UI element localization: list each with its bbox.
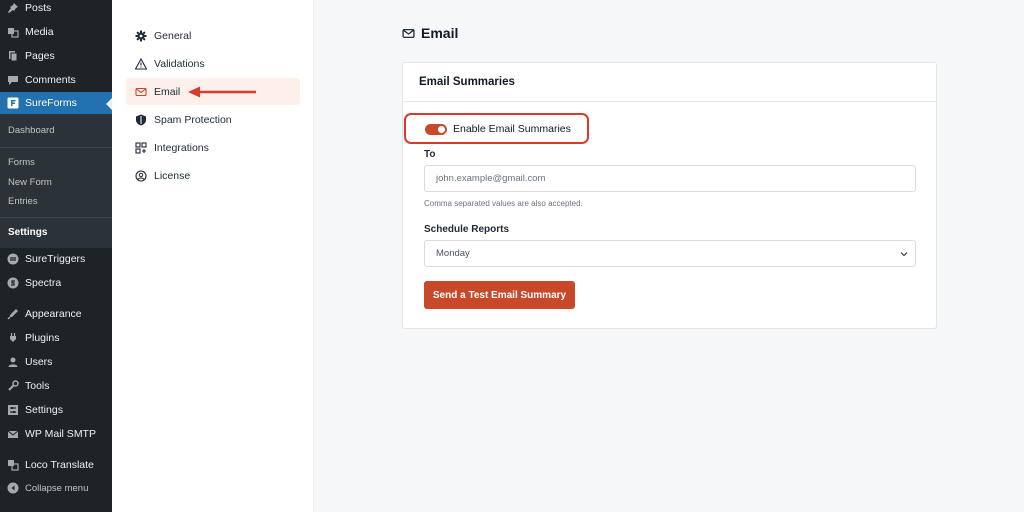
wp-menu-comments[interactable]: Comments (0, 69, 112, 91)
settings-nav-validations[interactable]: Validations (126, 50, 300, 77)
wp-menu-label: Users (25, 356, 53, 368)
to-email-value: john.example@gmail.com (436, 173, 546, 184)
send-test-email-label: Send a Test Email Summary (432, 289, 567, 301)
wp-menu-label: SureTriggers (25, 253, 86, 265)
suretriggers-icon (6, 252, 20, 266)
wp-menu-label: Loco Translate (25, 459, 94, 471)
nav-label: License (154, 169, 191, 182)
wp-menu-label: SureForms (25, 97, 77, 109)
page-title-text: Email (421, 25, 459, 41)
submenu-new-form[interactable]: New Form (8, 177, 52, 188)
collapse-icon (6, 481, 20, 495)
shield-icon (134, 113, 148, 127)
wp-menu-pages[interactable]: Pages (0, 45, 112, 67)
card-title: Email Summaries (419, 76, 515, 88)
mail-smtp-icon (6, 427, 20, 441)
email-summaries-card: Email Summaries Enable Email Summaries T… (402, 62, 937, 329)
schedule-reports-label: Schedule Reports (424, 224, 510, 235)
submenu-settings[interactable]: Settings (8, 227, 47, 238)
nav-label: Email (154, 85, 181, 98)
nav-label: Validations (154, 57, 205, 70)
card-header: Email Summaries (403, 63, 936, 102)
comments-icon (6, 73, 20, 87)
wp-menu-label: Collapse menu (25, 482, 89, 494)
wp-admin-sidebar: Posts Media Pages Comments SureForms Das… (0, 0, 112, 512)
wp-menu-wp-mail-smtp[interactable]: WP Mail SMTP (0, 423, 112, 445)
integrations-icon (134, 141, 148, 155)
wp-menu-plugins[interactable]: Plugins (0, 327, 112, 349)
pages-icon (6, 49, 20, 63)
wp-menu-label: Media (25, 26, 54, 38)
page-title: Email (402, 25, 458, 41)
wp-menu-label: Tools (25, 380, 50, 392)
to-label: To (424, 149, 436, 160)
sureforms-icon (6, 96, 20, 110)
nav-label: Spam Protection (154, 113, 232, 126)
settings-icon (6, 403, 20, 417)
envelope-icon (402, 27, 415, 40)
media-icon (6, 25, 20, 39)
wp-menu-label: Settings (25, 404, 63, 416)
tools-icon (6, 379, 20, 393)
settings-nav-license[interactable]: License (126, 162, 300, 189)
wp-menu-label: Comments (25, 74, 76, 86)
appearance-icon (6, 307, 20, 321)
wp-menu-users[interactable]: Users (0, 351, 112, 373)
submenu-entries[interactable]: Entries (8, 196, 38, 207)
submenu-divider (0, 217, 112, 218)
wp-menu-spectra[interactable]: Spectra (0, 272, 112, 294)
nav-label: Integrations (154, 141, 209, 154)
wp-menu-tools[interactable]: Tools (0, 375, 112, 397)
settings-nav-general[interactable]: General (126, 22, 300, 49)
translate-icon (6, 458, 20, 472)
annotation-arrow (188, 86, 256, 98)
wp-menu-label: Pages (25, 50, 55, 62)
wp-menu-suretriggers[interactable]: SureTriggers (0, 248, 112, 270)
wp-menu-label: Plugins (25, 332, 60, 344)
wp-menu-loco-translate[interactable]: Loco Translate (0, 454, 112, 476)
to-email-input[interactable]: john.example@gmail.com (424, 165, 916, 192)
nav-label: General (154, 29, 192, 42)
submenu-forms[interactable]: Forms (8, 157, 35, 168)
submenu-dashboard[interactable]: Dashboard (8, 125, 54, 136)
send-test-email-button[interactable]: Send a Test Email Summary (424, 281, 575, 309)
wp-menu-collapse[interactable]: Collapse menu (0, 477, 112, 499)
wp-menu-media[interactable]: Media (0, 21, 112, 43)
to-help-text: Comma separated values are also accepted… (424, 199, 583, 208)
wp-menu-settings[interactable]: Settings (0, 399, 112, 421)
wp-menu-label: WP Mail SMTP (25, 428, 96, 440)
settings-nav-integrations[interactable]: Integrations (126, 134, 300, 161)
wp-menu-posts[interactable]: Posts (0, 0, 112, 19)
warning-icon (134, 57, 148, 71)
submenu-divider (0, 147, 112, 148)
plugins-icon (6, 331, 20, 345)
gear-icon (134, 29, 148, 43)
pin-icon (6, 1, 20, 15)
envelope-icon (134, 85, 148, 99)
schedule-reports-value: Monday (436, 248, 470, 259)
wp-menu-label: Spectra (25, 277, 62, 289)
wp-menu-appearance[interactable]: Appearance (0, 303, 112, 325)
chevron-down-icon (900, 252, 908, 257)
wp-menu-label: Posts (25, 2, 52, 14)
wp-menu-sureforms[interactable]: SureForms (0, 92, 112, 114)
settings-nav-spam-protection[interactable]: Spam Protection (126, 106, 300, 133)
users-icon (6, 355, 20, 369)
wp-menu-label: Appearance (25, 308, 82, 320)
settings-nav: General Validations Email Spam Protectio… (112, 0, 314, 512)
spectra-icon (6, 276, 20, 290)
annotation-highlight-box (404, 113, 589, 144)
schedule-reports-select[interactable]: Monday (424, 240, 916, 267)
license-icon (134, 169, 148, 183)
